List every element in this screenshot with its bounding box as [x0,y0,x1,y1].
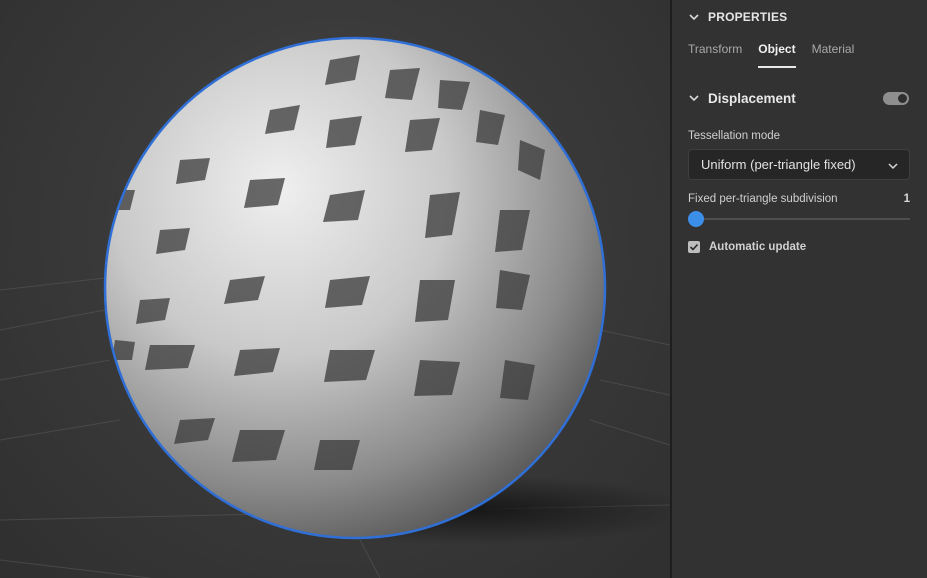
dropdown-value: Uniform (per-triangle fixed) [701,157,856,172]
chevron-down-icon[interactable] [686,9,702,25]
chevron-down-icon[interactable] [686,90,702,106]
panel-title: PROPERTIES [708,10,788,24]
automatic-update-row[interactable]: Automatic update [688,241,806,253]
properties-panel: PROPERTIES Transform Object Material Dis… [672,0,927,578]
tessellation-mode-label: Tessellation mode [688,130,781,142]
subdivision-slider-thumb[interactable] [688,211,704,227]
tab-bar: Transform Object Material [688,42,854,68]
subdivision-label: Fixed per-triangle subdivision [688,193,838,205]
panel-header[interactable]: PROPERTIES [672,0,927,34]
section-title: Displacement [708,90,796,106]
tab-object[interactable]: Object [758,42,796,68]
toggle-knob [898,94,907,103]
viewport-scene [0,36,670,578]
tab-transform[interactable]: Transform [688,42,742,68]
automatic-update-label: Automatic update [709,241,807,253]
tessellation-mode-dropdown[interactable]: Uniform (per-triangle fixed) [688,149,910,180]
checkmark-icon [689,243,699,251]
3d-viewport[interactable] [0,0,670,578]
subdivision-value: 1 [903,193,910,205]
displacement-toggle[interactable] [883,92,909,105]
tab-material[interactable]: Material [812,42,855,68]
automatic-update-checkbox[interactable] [688,241,700,253]
chevron-down-icon [887,159,899,171]
subdivision-slider-track[interactable] [696,218,910,220]
